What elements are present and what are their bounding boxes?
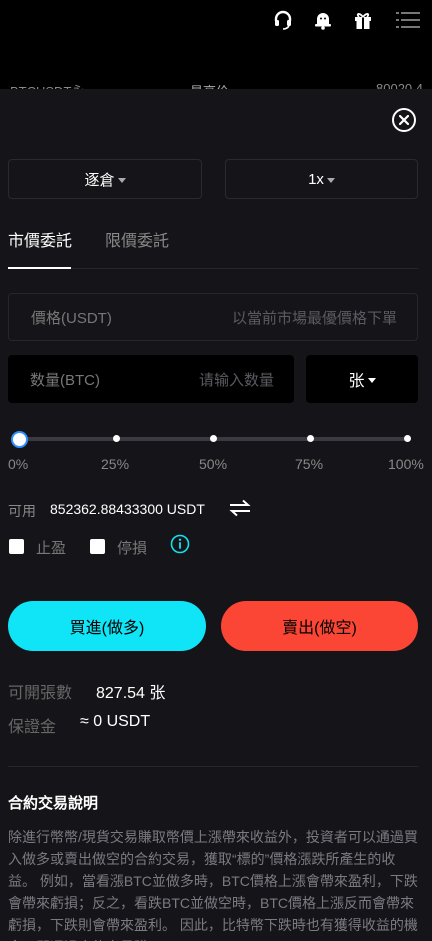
buy-long-button[interactable]: 買進(做多) xyxy=(8,601,206,651)
bell-icon[interactable] xyxy=(312,9,334,31)
available-balance: 852362.88433300 USDT xyxy=(50,501,205,517)
price-field[interactable]: 價格(USDT) 以當前市場最優價格下單 xyxy=(8,293,418,341)
stop-loss-label: 停損 xyxy=(117,540,148,557)
price-field-label: 價格(USDT) xyxy=(31,309,112,327)
transfer-icon[interactable] xyxy=(228,499,252,522)
tab-limit-order[interactable]: 限價委託 xyxy=(105,227,169,251)
slider-handle[interactable] xyxy=(11,431,28,448)
quantity-unit-value: 张 xyxy=(348,373,365,390)
leverage-select[interactable]: 1x xyxy=(225,159,418,199)
margin-value: ≈ 0 USDT xyxy=(80,713,151,730)
info-icon[interactable] xyxy=(170,534,190,554)
menu-icon[interactable] xyxy=(396,9,420,31)
close-icon xyxy=(399,115,409,125)
gift-icon[interactable] xyxy=(352,9,374,31)
leverage-value: 1x xyxy=(308,170,324,188)
close-button[interactable] xyxy=(392,108,416,132)
tab-market-order[interactable]: 市價委託 xyxy=(8,227,72,251)
chevron-down-icon xyxy=(367,377,376,383)
slider-stop-100[interactable] xyxy=(404,435,411,442)
quantity-field-placeholder: 请输入数量 xyxy=(198,371,274,389)
margin-label: 保證金 xyxy=(8,719,57,736)
headset-icon[interactable] xyxy=(272,9,294,31)
slider-label-100: 100% xyxy=(388,456,424,472)
quantity-input[interactable]: 数量(BTC) 请输入数量 xyxy=(8,355,294,403)
chevron-down-icon xyxy=(117,177,126,183)
order-sheet: 逐倉 1x 市價委託 限價委託 價格(USDT) 以當前市場最優價格下單 数量(… xyxy=(0,89,432,941)
slider-label-25: 25% xyxy=(101,456,130,472)
margin-mode-value: 逐倉 xyxy=(84,171,115,189)
quantity-unit-select[interactable]: 张 xyxy=(306,355,418,403)
slider-label-50: 50% xyxy=(199,456,228,472)
take-profit-label: 止盈 xyxy=(36,540,67,557)
take-profit-checkbox[interactable] xyxy=(9,539,24,554)
slider-stop-50[interactable] xyxy=(210,435,217,442)
openable-contracts-label: 可開張數 xyxy=(8,685,73,702)
stop-loss-checkbox[interactable] xyxy=(90,539,105,554)
active-tab-indicator xyxy=(8,267,71,269)
section-divider xyxy=(8,766,418,767)
slider-stop-75[interactable] xyxy=(307,435,314,442)
slider-stop-25[interactable] xyxy=(113,435,120,442)
available-label: 可用 xyxy=(8,503,36,519)
openable-contracts-value: 827.54 张 xyxy=(96,685,166,702)
sell-short-button[interactable]: 賣出(做空) xyxy=(221,601,418,651)
price-field-placeholder: 以當前市場最優價格下單 xyxy=(231,309,397,327)
slider-label-75: 75% xyxy=(295,456,324,472)
contract-description-title: 合約交易說明 xyxy=(8,795,99,812)
slider-label-0: 0% xyxy=(8,456,29,472)
chevron-down-icon xyxy=(326,177,335,183)
contract-description-body: 除進行幣幣/現貨交易賺取幣價上漲帶來收益外，投資者可以通過買入做多或賣出做空的合… xyxy=(8,829,418,941)
top-bar xyxy=(0,0,432,90)
quantity-field-label: 数量(BTC) xyxy=(30,371,100,389)
margin-mode-select[interactable]: 逐倉 xyxy=(8,159,202,199)
